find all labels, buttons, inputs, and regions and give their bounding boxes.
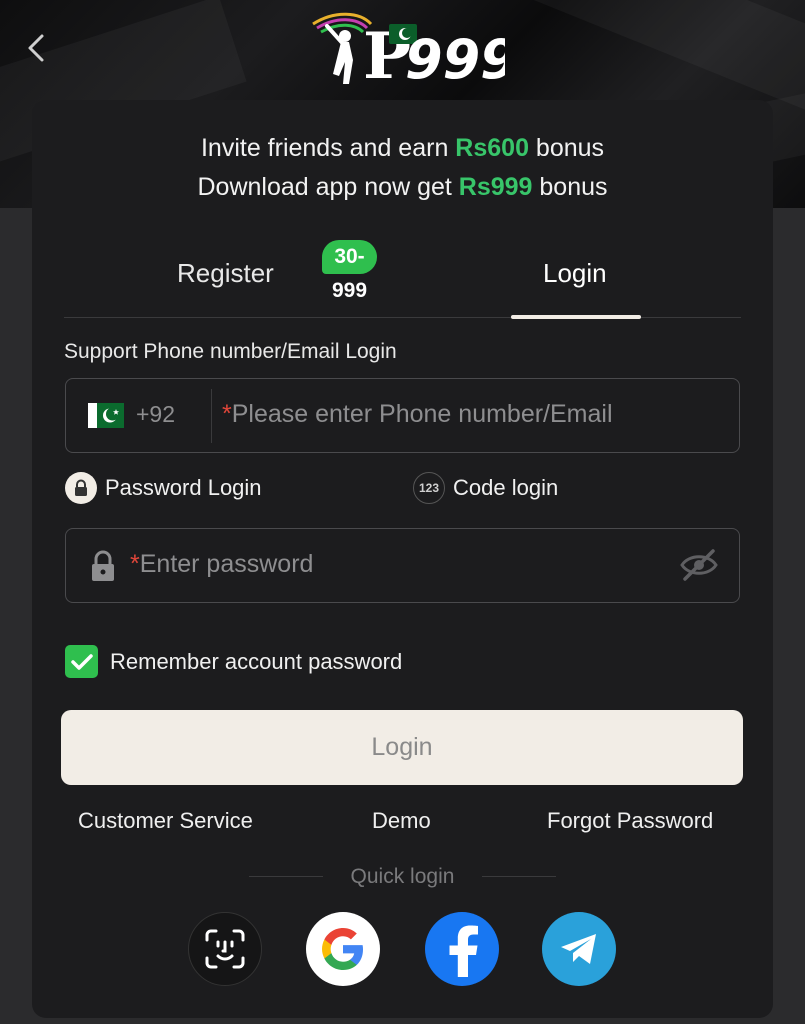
face-id-icon (205, 929, 245, 969)
tab-login[interactable]: Login (543, 258, 607, 289)
facebook-login-button[interactable] (425, 912, 499, 986)
phone-placeholder: *Please enter Phone number/Email (222, 400, 613, 428)
promo-invite: Invite friends and earn Rs600 bonus (200, 134, 605, 162)
password-placeholder: *Enter password (130, 550, 314, 578)
telegram-login-button[interactable] (542, 912, 616, 986)
lock-icon (65, 472, 97, 504)
forgot-password-link[interactable]: Forgot Password (547, 808, 713, 834)
remember-label: Remember account password (110, 648, 403, 674)
password-field[interactable]: *Enter password (65, 528, 740, 603)
quick-login-label: Quick login (350, 865, 455, 888)
svg-text:999: 999 (405, 28, 505, 90)
promo-download: Download app now get Rs999 bonus (197, 173, 608, 201)
eye-off-icon[interactable] (679, 548, 719, 582)
register-badge: 30-999 (322, 240, 378, 302)
password-login-label: Password Login (105, 475, 262, 500)
demo-link[interactable]: Demo (372, 808, 431, 834)
login-button[interactable]: Login (61, 710, 743, 785)
customer-service-link[interactable]: Customer Service (78, 808, 253, 834)
promo-invite-amount: Rs600 (455, 134, 529, 162)
code-login-option[interactable]: 123 Code login (413, 472, 558, 504)
country-code[interactable]: +92 (136, 401, 175, 428)
checkmark-icon (70, 653, 93, 670)
facebook-icon (449, 925, 478, 977)
code-123-icon: 123 (413, 472, 445, 504)
divider (482, 876, 556, 877)
support-label: Support Phone number/Email Login (64, 340, 397, 363)
promo-download-amount: Rs999 (458, 173, 533, 201)
tab-register[interactable]: 30-999 Register (177, 240, 378, 302)
face-id-button[interactable] (188, 912, 262, 986)
chevron-left-icon (28, 34, 44, 62)
remember-checkbox[interactable] (65, 645, 98, 678)
telegram-icon (561, 934, 596, 964)
tab-register-label: Register (177, 258, 274, 288)
pakistan-flag-icon[interactable] (88, 403, 124, 428)
auth-tabs: 30-999 Register Login (64, 240, 741, 319)
brand-logo: P 999 (305, 6, 518, 94)
google-login-button[interactable] (306, 912, 380, 986)
google-icon (322, 928, 363, 970)
lock-icon (92, 550, 114, 581)
phone-email-field[interactable]: +92 *Please enter Phone number/Email (65, 378, 740, 453)
code-login-label: Code login (453, 475, 559, 500)
login-card: Invite friends and earn Rs600 bonus Down… (32, 100, 773, 1018)
remember-password[interactable]: Remember account password (65, 645, 402, 678)
back-button[interactable] (16, 28, 56, 68)
divider (211, 389, 212, 443)
active-tab-indicator (511, 315, 641, 319)
password-login-option[interactable]: Password Login (65, 472, 262, 504)
